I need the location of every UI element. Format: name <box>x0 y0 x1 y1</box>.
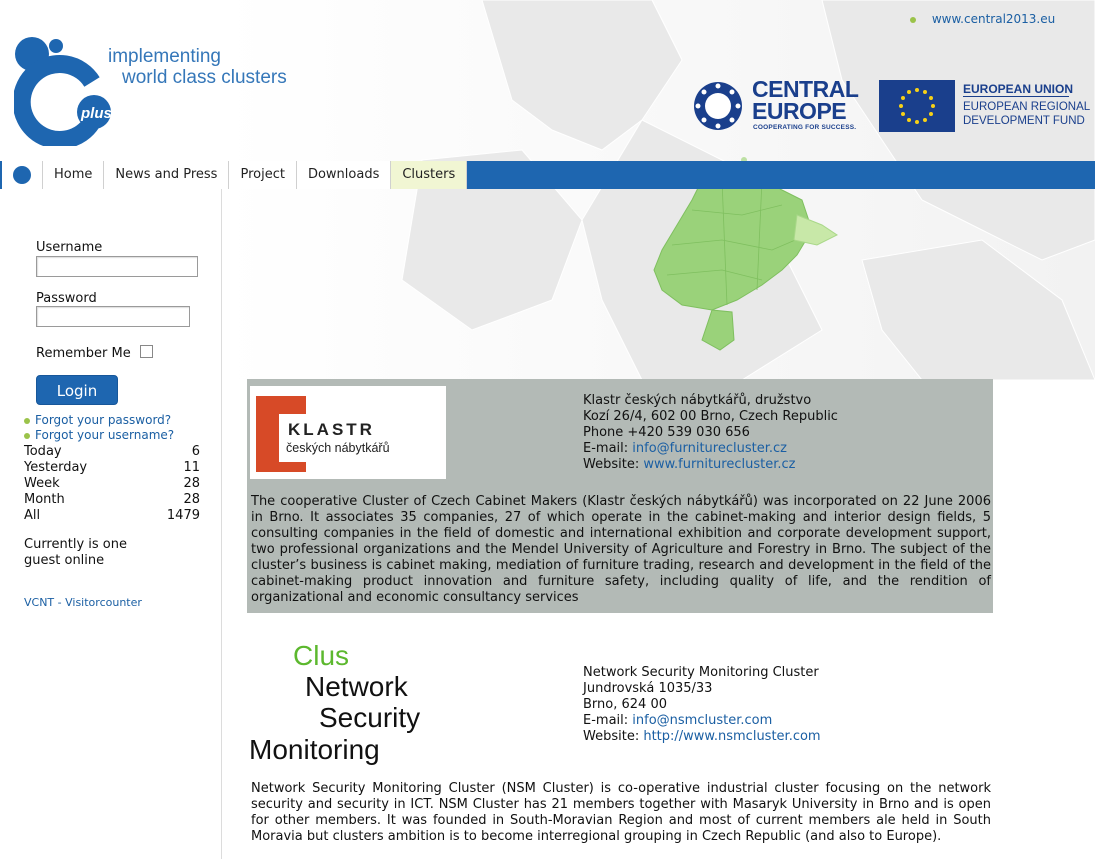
nsm-logo-word3: Security <box>319 702 421 733</box>
stat-label: Month <box>24 492 65 507</box>
klastr-logo-title: KLASTR <box>288 420 375 439</box>
cluster-email-row: E-mail: info@furniturecluster.cz <box>583 441 838 457</box>
klastr-logo-sub: českých nábytkářů <box>286 441 390 455</box>
nsm-logo-word4: Monitoring <box>249 734 380 765</box>
website-label: Website: <box>583 457 640 472</box>
website-link[interactable]: http://www.nsmcluster.com <box>643 729 820 744</box>
password-input[interactable] <box>36 306 190 327</box>
eu-line2: EUROPEAN REGIONAL <box>963 101 1091 113</box>
online-line1: Currently is one <box>24 537 127 552</box>
email-label: E-mail: <box>583 441 629 456</box>
forgot-username-item: Forgot your username? <box>24 428 174 442</box>
cluster-email-row: E-mail: info@nsmcluster.com <box>583 713 821 729</box>
website-label: Website: <box>583 729 640 744</box>
forgot-username-link[interactable]: Forgot your username? <box>35 428 174 442</box>
eu-line3: DEVELOPMENT FUND <box>963 115 1085 127</box>
sidebar: Username Password Remember Me Login Forg… <box>2 189 222 859</box>
forgot-password-item: Forgot your password? <box>24 413 171 427</box>
email-link[interactable]: info@furniturecluster.cz <box>632 441 787 456</box>
ce-line1: CENTRAL <box>752 76 859 102</box>
cluster-website-row: Website: www.furniturecluster.cz <box>583 457 838 473</box>
cluster-entry-nsm: Clus Network Security Monitoring Network… <box>247 634 993 859</box>
stat-row: Today 6 <box>24 444 200 460</box>
remember-me-label: Remember Me <box>36 346 131 361</box>
username-label: Username <box>36 240 103 255</box>
tab-clusters[interactable]: Clusters <box>391 161 468 189</box>
header: www.central2013.eu plus implementing wor… <box>0 0 1095 160</box>
klastr-logo[interactable]: KLASTR českých nábytkářů <box>250 386 446 479</box>
stat-label: Yesterday <box>24 460 88 475</box>
eu-divider <box>963 96 1069 97</box>
nsm-logo[interactable]: Clus Network Security Monitoring <box>249 638 445 770</box>
eu-wordmark: EUROPEAN UNION EUROPEAN REGIONAL DEVELOP… <box>963 82 1090 128</box>
ce-tagline: COOPERATING FOR SUCCESS. <box>753 124 857 131</box>
stat-value: 28 <box>183 492 200 507</box>
stat-label: Week <box>24 476 60 491</box>
logo-plus-text: plus <box>80 105 112 122</box>
stat-label: All <box>24 508 41 523</box>
bullet-icon <box>910 16 916 23</box>
tab-news-and-press[interactable]: News and Press <box>104 161 230 189</box>
stat-value: 11 <box>183 460 200 475</box>
central-europe-wordmark: CENTRAL EUROPE <box>752 76 859 124</box>
cluster-entry-klastr: KLASTR českých nábytkářů Klastr českých … <box>247 379 993 613</box>
bullet-icon <box>24 417 30 424</box>
stat-row: All 1479 <box>24 508 200 524</box>
page: www.central2013.eu plus implementing wor… <box>0 0 1095 859</box>
logo-line1: implementing <box>108 46 221 67</box>
email-link[interactable]: info@nsmcluster.com <box>632 713 772 728</box>
password-label: Password <box>36 291 97 306</box>
username-input[interactable] <box>36 256 198 277</box>
home-circle-icon[interactable] <box>2 161 43 189</box>
klastr-contact: Klastr českých nábytkářů, družstvo Kozí … <box>583 393 838 473</box>
central2013-link[interactable]: www.central2013.eu <box>932 12 1055 26</box>
forgot-password-link[interactable]: Forgot your password? <box>35 413 171 427</box>
tab-project[interactable]: Project <box>229 161 297 189</box>
stat-label: Today <box>24 444 62 459</box>
stat-value: 28 <box>183 476 200 491</box>
cluster-name: Klastr českých nábytkářů, družstvo <box>583 393 812 408</box>
cluster-address1: Jundrovská 1035/33 <box>583 681 713 696</box>
cluster-description: The cooperative Cluster of Czech Cabinet… <box>251 494 991 605</box>
visitor-stats: Today 6 Yesterday 11 Week 28 Month 28 All 147… <box>24 444 200 524</box>
main-nav: Home News and Press Project Downloads Cl… <box>0 161 1095 189</box>
tab-home[interactable]: Home <box>43 161 105 189</box>
online-line2: guest online <box>24 553 105 568</box>
cluster-address2: Brno, 624 00 <box>583 697 667 712</box>
eu-flag-icon <box>879 80 955 132</box>
stat-value: 1479 <box>166 508 200 523</box>
online-status: Currently is one guest online <box>24 537 164 569</box>
logo-line2: world class clusters <box>122 67 287 88</box>
nav-tabs: Home News and Press Project Downloads Cl… <box>2 161 468 189</box>
vcnt-link[interactable]: VCNT - Visitorcounter <box>24 596 142 609</box>
nsm-contact: Network Security Monitoring Cluster Jund… <box>583 665 821 745</box>
cluster-phone: Phone +420 539 030 656 <box>583 425 750 440</box>
tab-downloads[interactable]: Downloads <box>296 161 392 189</box>
nsm-logo-word2: Network <box>305 671 408 702</box>
ce-line2: EUROPE <box>752 98 847 124</box>
cluster-description: Network Security Monitoring Cluster (NSM… <box>251 781 991 844</box>
top-link-wrap: www.central2013.eu <box>910 12 1055 26</box>
stat-row: Yesterday 11 <box>24 460 200 476</box>
website-link[interactable]: www.furniturecluster.cz <box>643 457 795 472</box>
cluster-address: Kozí 26/4, 602 00 Brno, Czech Republic <box>583 409 838 424</box>
bullet-icon <box>24 432 30 439</box>
email-label: E-mail: <box>583 713 629 728</box>
login-button[interactable]: Login <box>36 375 118 405</box>
remember-me-checkbox[interactable] <box>140 345 153 358</box>
logo-tagline: implementing world class clusters <box>108 46 287 88</box>
cluster-website-row: Website: http://www.nsmcluster.com <box>583 729 821 745</box>
cluster-name: Network Security Monitoring Cluster <box>583 665 819 680</box>
stat-row: Week 28 <box>24 476 200 492</box>
stat-row: Month 28 <box>24 492 200 508</box>
stat-value: 6 <box>191 444 200 459</box>
eu-line1: EUROPEAN UNION <box>963 82 1074 96</box>
nsm-logo-word1: Clus <box>293 640 350 671</box>
